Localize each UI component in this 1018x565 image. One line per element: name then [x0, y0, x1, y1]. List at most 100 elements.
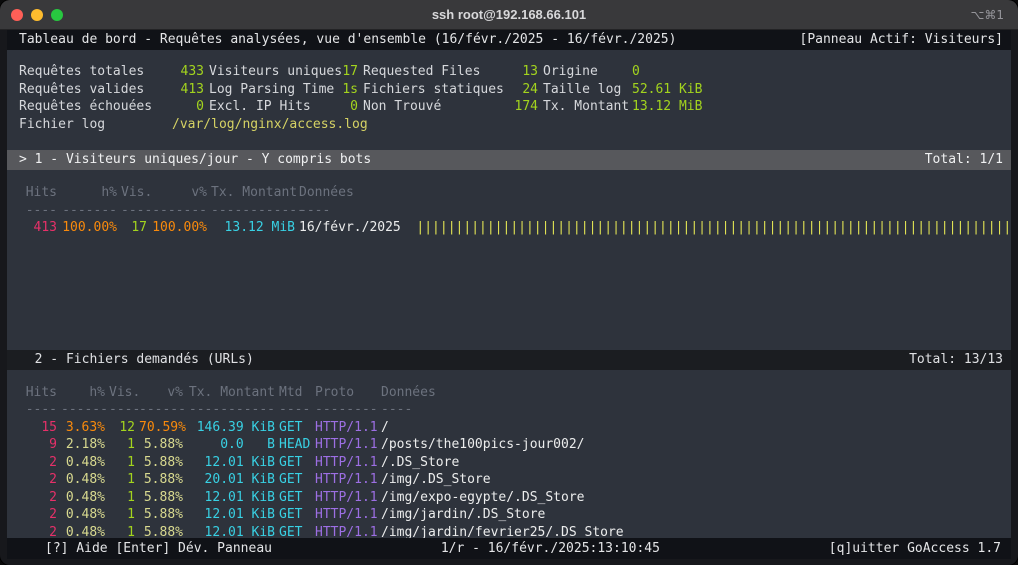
column-dash-4: ------------ [211, 202, 295, 220]
panel-urls-header-bar: 2 - Fichiers demandés (URLs) Total: 13/1… [7, 350, 1011, 370]
stat-cell-6: Taille log [543, 81, 627, 99]
close-button[interactable] [11, 9, 23, 21]
column-dash-2: ---- [109, 401, 135, 419]
spacer [7, 237, 1011, 350]
table-row: 20.48%15.88%20.01 KiBGETHTTP/1.1/img/.DS… [7, 471, 1011, 489]
cell-7: /img/jardin/.DS_Store [381, 506, 1011, 524]
panel-visitors-header-bar: > 1 - Visiteurs uniques/jour - Y compris… [7, 150, 1011, 170]
stats-log-row: Fichier log/var/log/nginx/access.log [7, 116, 1011, 134]
cell-4: 146.39 KiB [187, 419, 275, 437]
stat-cell-2: Log Parsing Time [209, 81, 335, 99]
cell-2: 1 [109, 436, 135, 454]
column-dash-4: ----------- [187, 401, 275, 419]
panel-urls-total: Total: 13/13 [909, 350, 1003, 370]
panel-visitors-total: Total: 1/1 [925, 150, 1003, 170]
cell-4: 12.01 KiB [187, 506, 275, 524]
stat-cell-6: Origine [543, 63, 627, 81]
column-dash-row: ----------------------------------------… [7, 401, 1011, 419]
stat-cell-3: 0 [340, 98, 358, 116]
table-row: 20.48%15.88%12.01 KiBGETHTTP/1.1/img/exp… [7, 489, 1011, 507]
cell-3: 5.88% [139, 454, 183, 472]
stat-cell-2: Visiteurs uniques [209, 63, 335, 81]
cell-6: HTTP/1.1 [315, 489, 377, 507]
cell-4: 20.01 KiB [187, 471, 275, 489]
cell-5: GET [279, 506, 311, 524]
cell-3: 5.88% [139, 489, 183, 507]
column-header-4: Tx. Montant [211, 184, 295, 202]
spacer [7, 170, 1011, 184]
maximize-button[interactable] [51, 9, 63, 21]
cell-0: 15 [19, 419, 57, 437]
terminal-screen[interactable]: Tableau de bord - Requêtes analysées, vu… [7, 30, 1011, 559]
cell-7: /img/.DS_Store [381, 471, 1011, 489]
cell-5: 16/févr./2025 ||||||||||||||||||||||||||… [299, 219, 1011, 237]
cell-4: 12.01 KiB [187, 454, 275, 472]
cell-2: 12 [109, 419, 135, 437]
cell-3: 5.88% [139, 436, 183, 454]
cell-1: 100.00% [61, 219, 117, 237]
column-dash-2: ---- [121, 202, 147, 220]
footer-datetime: 1/r - 16/févr./2025:13:10:45 [441, 538, 660, 559]
column-dash-6: -------- [315, 401, 377, 419]
column-header-1: h% [61, 384, 105, 402]
panel-visitors-title: > 1 - Visiteurs uniques/jour - Y compris… [19, 150, 371, 170]
titlebar[interactable]: ssh root@192.168.66.101 ⌥⌘1 [0, 0, 1018, 30]
column-dash-3: ------ [139, 401, 183, 419]
overview-header-bar: Tableau de bord - Requêtes analysées, vu… [7, 30, 1011, 50]
cell-0: 2 [19, 454, 57, 472]
cell-2: 1 [109, 454, 135, 472]
table-row: 92.18%15.88%0.0 BHEADHTTP/1.1/posts/the1… [7, 436, 1011, 454]
stat-cell-1: 413 [172, 81, 204, 99]
log-path: /var/log/nginx/access.log [172, 116, 1011, 134]
cell-0: 9 [19, 436, 57, 454]
panel-visitors-table: Hitsh%Vis.v%Tx. MontantDonnées----------… [7, 184, 1011, 237]
stats-row: Requêtes échouées0Excl. IP Hits0Non Trou… [7, 98, 1011, 116]
stat-cell-3: 17 [340, 63, 358, 81]
log-label: Fichier log [19, 116, 167, 134]
cell-0: 2 [19, 489, 57, 507]
traffic-lights [0, 9, 63, 21]
stat-cell-1: 0 [172, 98, 204, 116]
stat-cell-7: 52.61 KiB [632, 81, 1011, 99]
cell-7: /.DS_Store [381, 454, 1011, 472]
stat-cell-5: 174 [508, 98, 538, 116]
footer-help: [?] Aide [Enter] Dév. Panneau [45, 538, 272, 559]
table-row: 153.63%1270.59%146.39 KiBGETHTTP/1.1/ [7, 419, 1011, 437]
cell-5: GET [279, 471, 311, 489]
stat-cell-7: 0 [632, 63, 1011, 81]
cell-4: 12.01 KiB [187, 489, 275, 507]
cell-2: 1 [109, 506, 135, 524]
cell-5: HEAD [279, 436, 311, 454]
column-dash-1: ------- [61, 202, 117, 220]
overview-stats: Requêtes totales433Visiteurs uniques17Re… [7, 63, 1011, 133]
table-row: 20.48%15.88%12.01 KiBGETHTTP/1.1/.DS_Sto… [7, 454, 1011, 472]
column-header-0: Hits [19, 184, 57, 202]
cell-1: 0.48% [61, 489, 105, 507]
stat-cell-6: Tx. Montant [543, 98, 627, 116]
column-header-3: v% [151, 184, 207, 202]
column-dash-0: ---- [19, 202, 57, 220]
stats-row: Requêtes totales433Visiteurs uniques17Re… [7, 63, 1011, 81]
cell-0: 2 [19, 506, 57, 524]
column-dash-5: ---- [279, 401, 311, 419]
column-header-2: Vis. [109, 384, 135, 402]
window-title: ssh root@192.168.66.101 [0, 7, 1018, 22]
overview-title: Tableau de bord - Requêtes analysées, vu… [19, 30, 676, 50]
cell-6: HTTP/1.1 [315, 436, 377, 454]
cell-1: 0.48% [61, 454, 105, 472]
column-dash-row: -------------------------------------- [7, 202, 1011, 220]
cell-3: 70.59% [139, 419, 183, 437]
minimize-button[interactable] [31, 9, 43, 21]
cell-3: 5.88% [139, 471, 183, 489]
column-header-2: Vis. [121, 184, 147, 202]
stats-row: Requêtes valides413Log Parsing Time1sFic… [7, 81, 1011, 99]
stat-cell-4: Requested Files [363, 63, 503, 81]
terminal-frame: Tableau de bord - Requêtes analysées, vu… [0, 30, 1018, 565]
terminal-window: ssh root@192.168.66.101 ⌥⌘1 Tableau de b… [0, 0, 1018, 565]
stat-cell-4: Fichiers statiques [363, 81, 503, 99]
cell-2: 1 [109, 489, 135, 507]
stat-cell-0: Requêtes totales [19, 63, 167, 81]
cell-6: HTTP/1.1 [315, 454, 377, 472]
cell-5: GET [279, 419, 311, 437]
cell-2: 17 [121, 219, 147, 237]
